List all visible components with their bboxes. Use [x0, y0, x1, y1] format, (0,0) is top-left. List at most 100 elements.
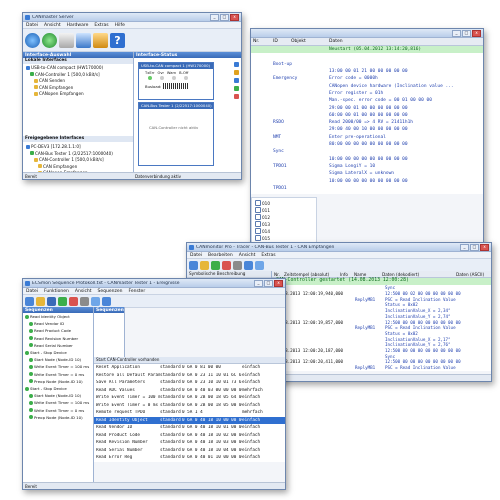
list-item[interactable]: 011 [255, 207, 270, 213]
col-header[interactable]: Daten (ASCII) [456, 272, 491, 277]
tree-item[interactable]: Read Serial Number [29, 343, 73, 348]
close-button[interactable]: x [274, 279, 283, 287]
sequence-row[interactable]: Read Revision Number standard 0 6A 0 40 18… [94, 439, 285, 446]
sequence-row[interactable]: Read ADC Values standard 0 6A 0 40 03 00 0… [94, 387, 285, 394]
list-item[interactable]: 014 [255, 228, 270, 234]
close-button[interactable]: x [230, 13, 239, 21]
settings-icon[interactable] [102, 296, 111, 306]
menu-item[interactable]: Hilfe [115, 23, 125, 28]
titlebar[interactable]: _ □ x [251, 29, 483, 38]
open-icon[interactable] [189, 260, 198, 270]
start-icon[interactable] [42, 32, 57, 48]
log-row[interactable] [251, 53, 483, 60]
tree-item[interactable]: CAN-Bus Tester 1 (2/22517:1000040) [30, 151, 113, 156]
menu-item[interactable]: Datei [26, 23, 38, 28]
menu-item[interactable]: Ansicht [75, 289, 92, 294]
tree-item[interactable]: Write Event Timer = 0 ms [29, 408, 84, 413]
tree-item[interactable]: Write Event Timer = 0 ms [29, 372, 84, 377]
tree-item[interactable]: Start Node (Node-ID 10) [29, 393, 81, 398]
sequence-row[interactable]: Read Product Code standard 0 6A 0 40 18 10… [94, 432, 285, 439]
save-icon[interactable] [47, 296, 56, 306]
menu-item[interactable]: Ansicht [44, 23, 61, 28]
log-row[interactable]: Neustart (05.04.2012 13:14:20,816) [251, 46, 483, 54]
col-header[interactable]: Daten (dekodiert) [382, 272, 456, 277]
tree-item[interactable]: Start - Stop Device [25, 350, 67, 355]
checkbox-icon[interactable] [255, 235, 261, 241]
folder-icon[interactable] [200, 260, 209, 270]
log-row[interactable]: 80:00 00 00 00 00 00 00 00 00 [251, 141, 483, 148]
log-row[interactable]: 29:00 00 01 00 00 00 00 00 00 [251, 104, 483, 111]
stop-icon[interactable] [222, 260, 231, 270]
tree-item[interactable]: CANopen Empfangen [34, 91, 84, 96]
sequence-row[interactable]: Read Identity Object standard 0 6A 0 40 18… [94, 416, 285, 424]
tree-item[interactable]: Read Product Code [29, 328, 71, 333]
log-row[interactable]: 10:00 00 00 00 00 00 00 00 00 [251, 177, 483, 184]
minimize-button[interactable]: _ [452, 29, 461, 37]
sequence-row[interactable]: Save All Parameters standard 0 6A 0 23 10 … [94, 379, 285, 386]
connect-icon[interactable] [25, 32, 40, 48]
close-button[interactable]: x [480, 243, 489, 251]
step-icon[interactable] [80, 296, 89, 306]
network-icon[interactable] [76, 32, 91, 48]
checkbox-icon[interactable] [255, 207, 261, 213]
log-row[interactable]: Sync [251, 148, 483, 155]
play-icon[interactable] [234, 78, 239, 83]
log-row[interactable]: Sigma LateralX = unknown [251, 170, 483, 177]
new-icon[interactable] [25, 296, 34, 306]
checkbox-icon[interactable] [255, 200, 261, 206]
tree-item[interactable]: Preop Node (Node-ID 10) [29, 415, 83, 420]
settings-icon[interactable] [255, 260, 264, 270]
tree-item[interactable]: Write Event Timer = 100 ms [29, 364, 89, 369]
log-row[interactable]: Boot-up [251, 61, 483, 68]
interface-card[interactable]: CAN-Bus Tester 1 (2/22517:1000040) CAN-C… [138, 102, 214, 166]
titlebar[interactable]: ECSmon Sequence Protokoll.txt - CANmaste… [23, 279, 285, 288]
maximize-button[interactable]: □ [470, 243, 479, 251]
menu-item[interactable]: Bearbeiten [208, 253, 233, 258]
tree-item[interactable]: Read Identity Object [25, 314, 70, 319]
play-icon[interactable] [58, 296, 67, 306]
checkbox-icon[interactable] [255, 228, 261, 234]
log-row[interactable]: 60:00 00 01 00 00 00 00 00 00 [251, 112, 483, 119]
menu-item[interactable]: Datei [26, 289, 38, 294]
log-row[interactable]: 10:00 00 00 00 00 00 00 00 00 [251, 156, 483, 163]
tree-item[interactable]: PC-DEV3 [172.28.1.1:0] [26, 144, 81, 149]
sequence-row[interactable]: Remote request TPDO standard 0 5A 1 4 mehrf… [94, 409, 285, 416]
tree-item[interactable]: CAN-Controller 1 [500,0 kBit/s] [30, 72, 100, 77]
filter-icon[interactable] [233, 260, 242, 270]
sequence-row[interactable]: Read Serial Number standard 0 6A 0 40 18 1… [94, 447, 285, 454]
minimize-button[interactable]: _ [210, 13, 219, 21]
help-icon[interactable]: ? [110, 32, 125, 48]
col-header[interactable]: Nr. [251, 39, 273, 44]
maximize-button[interactable]: □ [220, 13, 229, 21]
titlebar[interactable]: CANmaster Server _ □ x [23, 13, 241, 22]
log-row[interactable]: CANopen device hardware (Inclination val… [251, 83, 483, 90]
sequence-row[interactable]: Write Event Timer = 100 ms standard 0 6A 0… [94, 394, 285, 401]
tree-item[interactable]: CAN Empfangen [38, 164, 77, 169]
menu-item[interactable]: Funktionen [44, 289, 69, 294]
log-row[interactable]: Error register = 01h [251, 90, 483, 97]
checkbox-icon[interactable] [255, 221, 261, 227]
log-row[interactable]: TPDO1 [251, 185, 483, 192]
log-row[interactable]: TPDO1 Sigma LongiY = 10 [251, 163, 483, 170]
minimize-button[interactable]: _ [460, 243, 469, 251]
col-header[interactable]: Daten [329, 39, 483, 44]
stop-icon[interactable] [69, 296, 78, 306]
settings-icon[interactable] [59, 32, 74, 48]
sequence-row[interactable]: Read Error Reg standard 0 6A 0 40 01 10 00… [94, 454, 285, 461]
tree-item[interactable]: Start - Stop Device [25, 386, 67, 391]
col-header[interactable]: ID [273, 39, 291, 44]
maximize-button[interactable]: □ [462, 29, 471, 37]
log-row[interactable]: NMT Enter pre-operational [251, 134, 483, 141]
tree-item[interactable]: Read Vendor ID [29, 321, 64, 326]
checkbox-icon[interactable] [255, 214, 261, 220]
menu-item[interactable]: Ansicht [239, 253, 256, 258]
check-icon[interactable] [234, 86, 239, 91]
sequence-row[interactable]: Read Vendor ID standard 0 6A 0 40 18 10 01… [94, 424, 285, 431]
sequence-row[interactable]: Restore all Default Parametersstandard0 … [94, 372, 285, 379]
tree-item[interactable]: Preop Node (Node-ID 10) [29, 379, 83, 384]
list-item[interactable]: 013 [255, 221, 270, 227]
loop-icon[interactable] [91, 296, 100, 306]
log-row[interactable]: 13:00 00 01 21 00 00 00 00 00 [251, 68, 483, 75]
titlebar[interactable]: CANmonitor Pro - Tracer - CAN-Bus Tester… [187, 243, 491, 252]
menu-item[interactable]: Fenster [128, 289, 145, 294]
